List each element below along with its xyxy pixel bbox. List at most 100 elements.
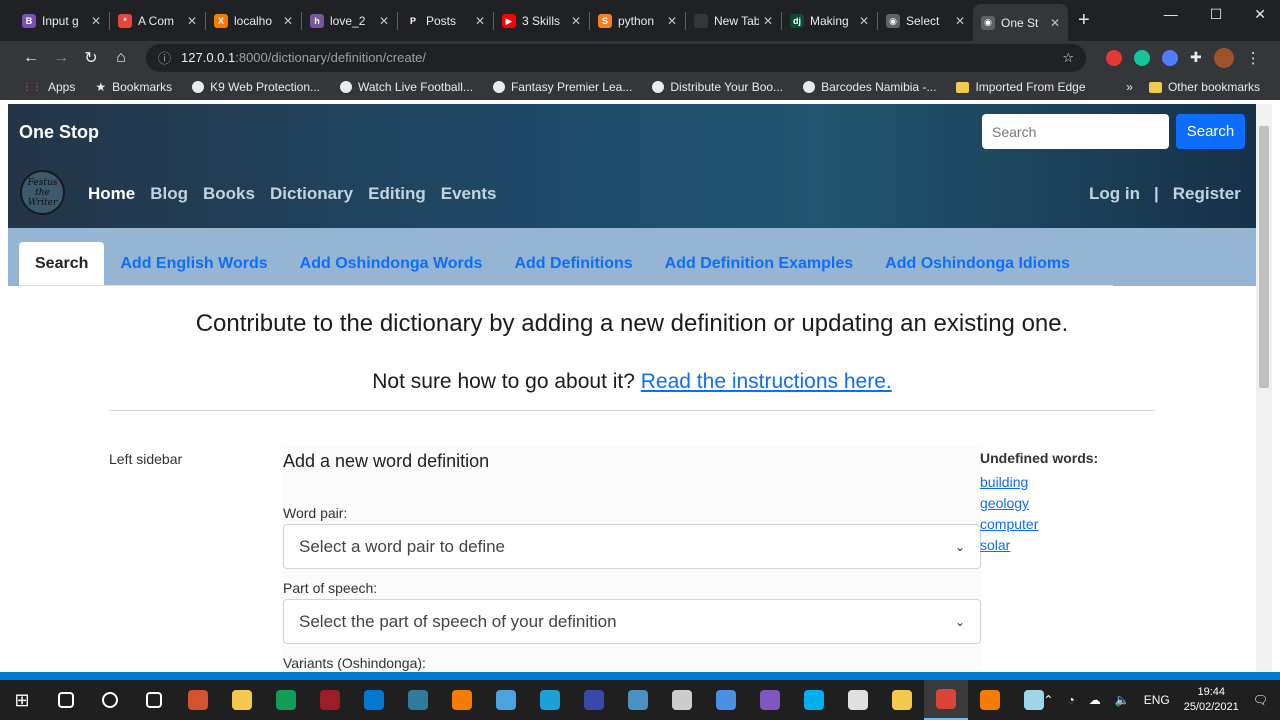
- profile-avatar[interactable]: [1213, 47, 1234, 68]
- edge-icon[interactable]: [264, 680, 308, 720]
- close-tab-icon[interactable]: ✕: [283, 14, 293, 28]
- browser-tab[interactable]: Spython ✕: [590, 4, 685, 38]
- menu-kebab-icon[interactable]: ⋮: [1246, 49, 1261, 67]
- snipping-icon[interactable]: [572, 680, 616, 720]
- undefined-word-link[interactable]: computer: [980, 516, 1098, 532]
- scrollbar-thumb[interactable]: [1259, 126, 1269, 388]
- nav-link-editing[interactable]: Editing: [368, 184, 426, 204]
- windows-start-icon[interactable]: ⊞: [0, 690, 44, 711]
- subnav-tab-add-definitions[interactable]: Add Definitions: [498, 242, 648, 285]
- language-indicator[interactable]: ENG: [1144, 693, 1170, 707]
- grammarly-extension-icon[interactable]: [1134, 49, 1150, 66]
- nav-link-home[interactable]: Home: [88, 184, 135, 204]
- undefined-word-link[interactable]: geology: [980, 495, 1098, 511]
- address-bar[interactable]: ⓘ 127.0.0.1 :8000/dictionary/definition/…: [146, 43, 1086, 72]
- wifi-icon[interactable]: ◔: [1067, 693, 1074, 707]
- minimize-icon[interactable]: —: [1164, 6, 1178, 23]
- adblock-extension-icon[interactable]: [1106, 49, 1122, 66]
- site-search-button[interactable]: Search: [1176, 114, 1245, 149]
- subnav-tab-add-english-words[interactable]: Add English Words: [104, 242, 283, 285]
- vpn-extension-icon[interactable]: [1162, 49, 1178, 66]
- browser-tab[interactable]: ◉ Select ✕: [878, 4, 973, 38]
- close-tab-icon[interactable]: ✕: [955, 14, 965, 28]
- browser-tab[interactable]: B Input g ✕: [14, 4, 109, 38]
- close-tab-icon[interactable]: ✕: [1050, 16, 1060, 30]
- close-window-icon[interactable]: ✕: [1254, 6, 1266, 23]
- page-scrollbar[interactable]: [1256, 104, 1272, 672]
- close-tab-icon[interactable]: ✕: [859, 14, 869, 28]
- nav-link-dictionary[interactable]: Dictionary: [270, 184, 353, 204]
- maximize-icon[interactable]: ☐: [1210, 6, 1223, 23]
- other-bookmarks-folder[interactable]: Other bookmarks: [1148, 80, 1260, 94]
- register-link[interactable]: Register: [1173, 184, 1241, 204]
- tray-chevron-icon[interactable]: ⌃: [1043, 693, 1053, 707]
- site-search-input[interactable]: [982, 114, 1169, 149]
- cortana-icon[interactable]: [88, 680, 132, 720]
- nav-link-events[interactable]: Events: [441, 184, 497, 204]
- close-tab-icon[interactable]: ✕: [187, 14, 197, 28]
- browser-tab[interactable]: ▶ 3 Skills ✕: [494, 4, 589, 38]
- undefined-word-link[interactable]: solar: [980, 537, 1098, 553]
- bookmark-item[interactable]: Barcodes Namibia -...: [803, 80, 936, 94]
- notifications-icon[interactable]: 🗨: [1253, 693, 1268, 707]
- close-tab-icon[interactable]: ✕: [667, 14, 677, 28]
- browser-tab[interactable]: P Posts ✕: [398, 4, 493, 38]
- bookmark-item[interactable]: Watch Live Football...: [340, 80, 473, 94]
- clock[interactable]: 19:44 25/02/2021: [1184, 685, 1239, 715]
- close-tab-icon[interactable]: ✕: [571, 14, 581, 28]
- bookmark-item[interactable]: Imported From Edge: [956, 80, 1086, 94]
- site-brand[interactable]: One Stop: [19, 122, 99, 143]
- browser-tab[interactable]: * A Com ✕: [110, 4, 205, 38]
- subnav-tab-add-oshindonga-idioms[interactable]: Add Oshindonga Idioms: [869, 242, 1086, 285]
- login-link[interactable]: Log in: [1089, 184, 1140, 204]
- xampp-app-icon[interactable]: [968, 680, 1012, 720]
- browser-tab[interactable]: h love_2 ✕: [302, 4, 397, 38]
- reader-icon[interactable]: [836, 680, 880, 720]
- terminal-icon[interactable]: [396, 680, 440, 720]
- instructions-link[interactable]: Read the instructions here.: [641, 370, 892, 393]
- close-tab-icon[interactable]: ✕: [379, 14, 389, 28]
- file-explorer-icon[interactable]: [220, 680, 264, 720]
- search-taskbar-icon[interactable]: [44, 680, 88, 720]
- powerpoint-icon[interactable]: [176, 680, 220, 720]
- bookmark-item[interactable]: Distribute Your Boo...: [652, 80, 783, 94]
- subnav-tab-add-oshindonga-words[interactable]: Add Oshindonga Words: [284, 242, 499, 285]
- volume-icon[interactable]: 🔈: [1115, 693, 1130, 707]
- forward-icon[interactable]: →: [46, 49, 76, 67]
- task-view-icon[interactable]: [132, 680, 176, 720]
- onedrive-icon[interactable]: ☁: [1089, 693, 1101, 707]
- new-tab-button[interactable]: +: [1078, 9, 1090, 32]
- chrome-icon[interactable]: [924, 680, 968, 720]
- close-tab-icon[interactable]: ✕: [475, 14, 485, 28]
- undefined-word-link[interactable]: building: [980, 474, 1098, 490]
- nav-link-books[interactable]: Books: [203, 184, 255, 204]
- site-logo[interactable]: Festus the Writer: [20, 170, 65, 215]
- back-icon[interactable]: ←: [16, 49, 46, 67]
- browser-tab[interactable]: dj Making ✕: [782, 4, 877, 38]
- site-info-icon[interactable]: ⓘ: [158, 48, 171, 67]
- notepad-icon[interactable]: [484, 680, 528, 720]
- bookmark-star-icon[interactable]: ☆: [1062, 50, 1074, 66]
- vlc-icon[interactable]: [440, 680, 484, 720]
- subnav-tab-search[interactable]: Search: [19, 242, 105, 285]
- bookmark-item[interactable]: ⋮⋮ Apps: [22, 80, 75, 94]
- bookmark-item[interactable]: Fantasy Premier Lea...: [492, 80, 632, 94]
- sticky-icon[interactable]: [880, 680, 924, 720]
- photos-icon[interactable]: [528, 680, 572, 720]
- sublime-icon[interactable]: [660, 680, 704, 720]
- mendeley-icon[interactable]: [308, 680, 352, 720]
- close-tab-icon[interactable]: ✕: [91, 14, 101, 28]
- bookmarks-overflow-icon[interactable]: »: [1126, 80, 1133, 94]
- part-of-speech-select[interactable]: Select the part of speech of your defini…: [283, 599, 981, 644]
- browser-tab[interactable]: ◉ One St ✕: [973, 4, 1068, 41]
- vscode-icon[interactable]: [352, 680, 396, 720]
- globe-app-icon[interactable]: [616, 680, 660, 720]
- nav-link-blog[interactable]: Blog: [150, 184, 188, 204]
- browser-tab[interactable]: New Tab ✕: [686, 4, 781, 38]
- puzzle-extensions-icon[interactable]: ✚: [1190, 49, 1202, 66]
- word-pair-select[interactable]: Select a word pair to define ⌄: [283, 524, 981, 569]
- home-icon[interactable]: ⌂: [106, 49, 136, 67]
- bookmark-item[interactable]: K9 Web Protection...: [192, 80, 320, 94]
- browser-tab[interactable]: Xlocalho ✕: [206, 4, 301, 38]
- close-tab-icon[interactable]: ✕: [763, 14, 773, 28]
